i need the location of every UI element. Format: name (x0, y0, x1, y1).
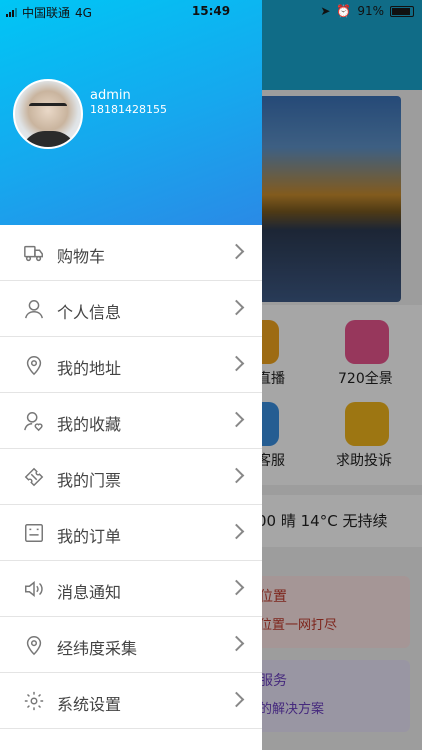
status-bar: 中国联通 4G 15:49 ➤ ⏰ 91% (0, 0, 422, 22)
chevron-right-icon (228, 523, 245, 540)
phone-number: 18181428155 (90, 103, 167, 116)
truck-icon (24, 245, 43, 262)
menu-item-coordinate-collection[interactable]: 经纬度采集 (0, 617, 262, 673)
side-drawer: admin 18181428155 购物车 个人信息 我的地址 我的收藏 我的门… (0, 0, 262, 750)
profile-header: admin 18181428155 (0, 0, 262, 225)
menu-item-system-settings[interactable]: 系统设置 (0, 673, 262, 729)
chevron-right-icon (228, 579, 245, 596)
menu-item-my-favorites[interactable]: 我的收藏 (0, 393, 262, 449)
chevron-right-icon (228, 691, 245, 708)
chevron-right-icon (228, 635, 245, 652)
alarm-icon: ⏰ (336, 4, 352, 18)
person-icon (25, 300, 43, 319)
speaker-icon (25, 581, 43, 597)
chevron-right-icon (228, 299, 245, 316)
battery-percent: 91% (357, 4, 384, 18)
battery-icon (390, 5, 414, 17)
location-arrow-icon: ➤ (320, 4, 331, 18)
username: admin (90, 88, 131, 103)
menu-label: 系统设置 (57, 695, 122, 714)
drawer-menu: 购物车 个人信息 我的地址 我的收藏 我的门票 我的订单 消息通知 经纬度采集 … (0, 225, 262, 729)
glasses-shape (29, 103, 67, 114)
menu-label: 我的地址 (57, 359, 122, 378)
location-pin-icon (26, 356, 42, 376)
chevron-right-icon (228, 411, 245, 428)
menu-label: 消息通知 (57, 583, 122, 602)
order-list-icon (25, 524, 43, 542)
chevron-right-icon (228, 243, 245, 260)
chevron-right-icon (228, 355, 245, 372)
suit-shape (21, 131, 77, 147)
menu-item-my-address[interactable]: 我的地址 (0, 337, 262, 393)
menu-item-my-orders[interactable]: 我的订单 (0, 505, 262, 561)
location-pin-icon (26, 636, 42, 656)
menu-label: 我的门票 (57, 471, 122, 490)
menu-item-notifications[interactable]: 消息通知 (0, 561, 262, 617)
gear-icon (24, 691, 44, 711)
menu-item-my-tickets[interactable]: 我的门票 (0, 449, 262, 505)
menu-label: 我的收藏 (57, 415, 122, 434)
menu-item-shopping-cart[interactable]: 购物车 (0, 225, 262, 281)
menu-label: 购物车 (57, 247, 106, 266)
avatar[interactable] (13, 79, 83, 149)
menu-label: 个人信息 (57, 303, 122, 322)
ticket-icon (24, 467, 44, 487)
chevron-right-icon (228, 467, 245, 484)
menu-label: 我的订单 (57, 527, 122, 546)
menu-item-personal-info[interactable]: 个人信息 (0, 281, 262, 337)
person-heart-icon (24, 412, 43, 432)
menu-label: 经纬度采集 (57, 639, 138, 658)
